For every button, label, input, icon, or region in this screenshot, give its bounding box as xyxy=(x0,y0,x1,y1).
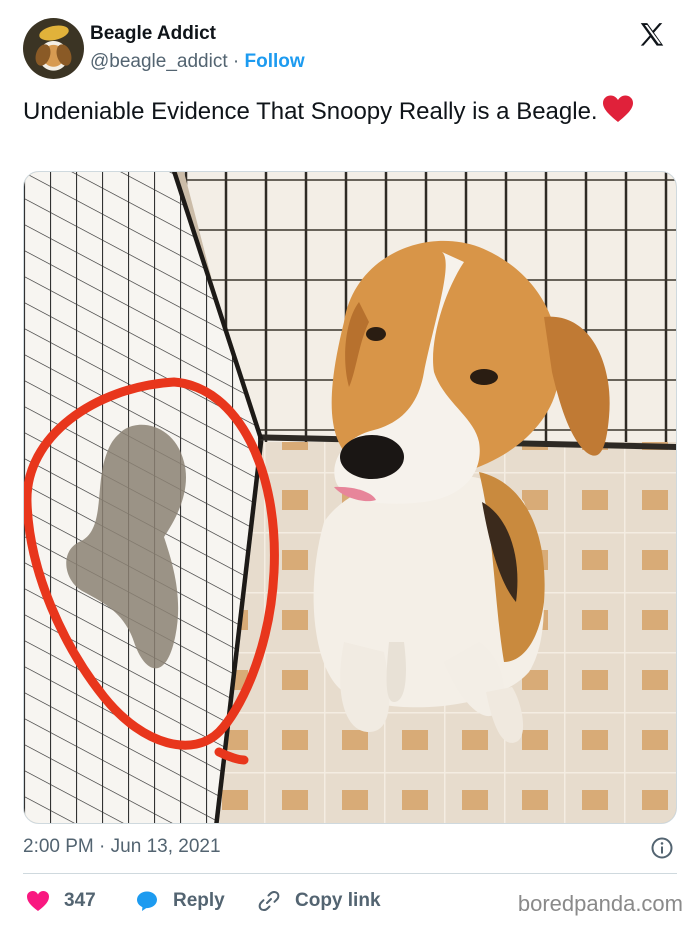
tweet-time: 2:00 PM xyxy=(23,836,94,857)
tweet-actions: 347 Reply Copy link boredpanda.com xyxy=(23,884,683,918)
reply-label: Reply xyxy=(173,890,225,911)
like-count: 347 xyxy=(64,890,96,911)
heart-icon xyxy=(27,891,49,911)
link-icon xyxy=(258,890,280,912)
follow-button[interactable]: Follow xyxy=(245,51,305,72)
like-button[interactable]: 347 xyxy=(26,884,96,918)
tweet-text: Undeniable Evidence That Snoopy Really i… xyxy=(23,95,653,127)
author-handle[interactable]: @beagle_addict xyxy=(90,51,228,72)
copy-link-button[interactable]: Copy link xyxy=(257,884,381,918)
beagle-photo-image xyxy=(24,172,676,823)
author-name[interactable]: Beagle Addict xyxy=(90,23,216,45)
watermark: boredpanda.com xyxy=(517,891,683,916)
tweet-timestamp[interactable]: 2:00 PM · Jun 13, 2021 xyxy=(23,836,221,858)
tweet-header: Beagle Addict @beagle_addict · Follow xyxy=(23,17,678,79)
x-logo-icon[interactable] xyxy=(636,20,668,50)
copy-link-label: Copy link xyxy=(295,890,381,911)
red-heart-emoji-icon xyxy=(602,95,633,122)
tweet-photo[interactable] xyxy=(23,171,677,824)
reply-bubble-icon xyxy=(137,891,157,911)
info-icon[interactable] xyxy=(650,836,674,860)
divider xyxy=(23,873,677,874)
author-handle-line: @beagle_addict · Follow xyxy=(90,51,305,73)
tweet-date: Jun 13, 2021 xyxy=(110,836,221,857)
tweet-card: Beagle Addict @beagle_addict · Follow Un… xyxy=(0,0,700,927)
handle-separator: · xyxy=(232,51,240,72)
timestamp-separator: · xyxy=(99,836,106,857)
avatar[interactable] xyxy=(23,18,84,79)
reply-button[interactable]: Reply xyxy=(135,884,225,918)
tweet-body: Undeniable Evidence That Snoopy Really i… xyxy=(23,98,598,125)
